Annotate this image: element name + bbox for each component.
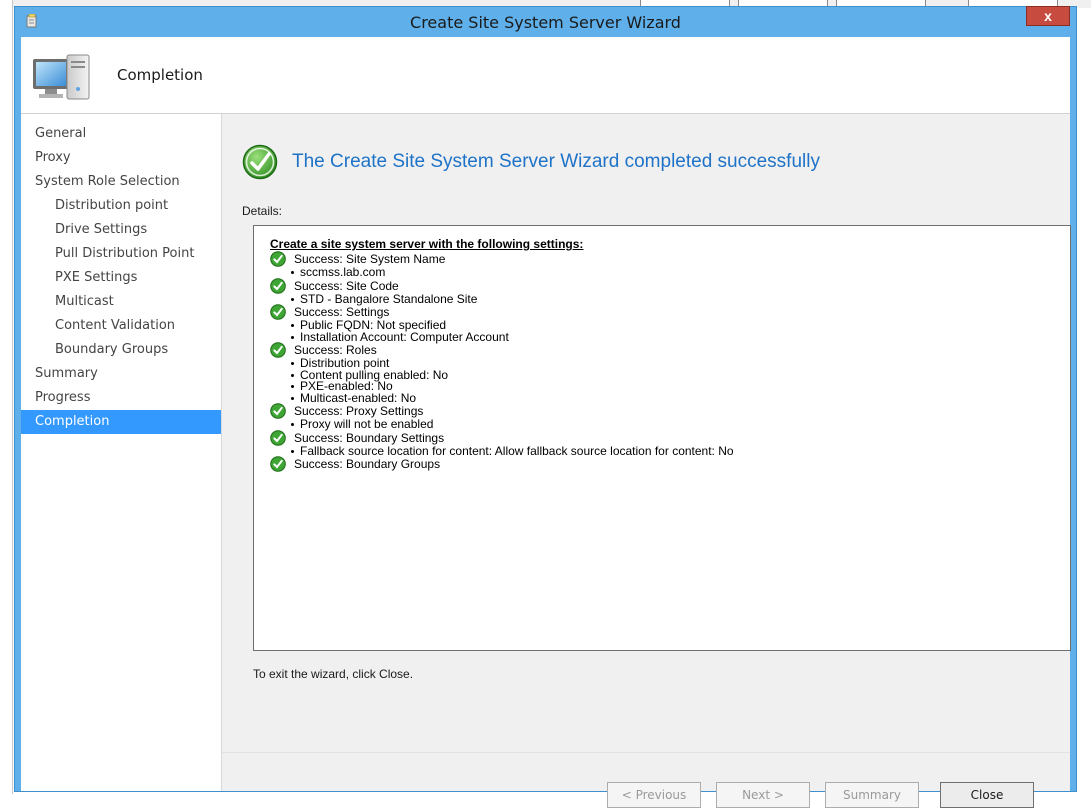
wizard-window: Create Site System Server Wizard x Compl…: [14, 6, 1077, 808]
wizard-header: Completion: [21, 37, 1070, 114]
entry-detail: Fallback source location for content: Al…: [270, 445, 1070, 458]
exit-instruction: To exit the wizard, click Close.: [253, 667, 414, 681]
entry-detail: sccmss.lab.com: [270, 266, 1070, 279]
nav-step-boundary-groups[interactable]: Boundary Groups: [21, 338, 221, 362]
close-button[interactable]: Close: [940, 782, 1034, 808]
entry-status: Success: Boundary Settings: [294, 430, 445, 445]
wizard-step-nav: General Proxy System Role Selection Distrib…: [21, 114, 222, 791]
nav-list: General Proxy System Role Selection Distrib…: [21, 114, 221, 434]
success-message: The Create Site System Server Wizard com…: [292, 151, 820, 172]
entry-detail: Proxy will not be enabled: [270, 418, 1070, 431]
success-check-icon: [270, 277, 286, 294]
wizard-client-area: Completion General Proxy System Role Selec…: [21, 37, 1071, 808]
details-entries: Success: Site System Name sccmss.lab.com S…: [270, 251, 1070, 472]
entry-status: Success: Boundary Groups: [294, 457, 441, 471]
entry-status: Success: Roles: [294, 343, 377, 357]
computer-icon: [33, 54, 90, 100]
details-heading: Create a site system server with the fol…: [270, 237, 584, 251]
success-entry: Success: Roles: [270, 342, 1070, 358]
entry-detail: Installation Account: Computer Account: [270, 331, 1070, 344]
success-entry: Success: Site System Name: [270, 251, 1070, 267]
title-bar[interactable]: Create Site System Server Wizard x: [15, 6, 1076, 37]
success-check-icon: [270, 251, 286, 267]
details-box[interactable]: Create a site system server with the fol…: [253, 225, 1071, 651]
window-close-button[interactable]: x: [1026, 6, 1070, 26]
entry-detail: Multicast-enabled: No: [270, 392, 1070, 405]
nav-step-distribution-point[interactable]: Distribution point: [21, 194, 221, 218]
nav-step-completion[interactable]: Completion: [21, 410, 221, 434]
nav-step-pull-distribution-point[interactable]: Pull Distribution Point: [21, 242, 221, 266]
nav-step-pxe-settings[interactable]: PXE Settings: [21, 266, 221, 290]
entry-detail: STD - Bangalore Standalone Site: [270, 293, 1070, 306]
success-check-icon: [270, 403, 286, 419]
previous-button[interactable]: < Previous: [607, 782, 701, 808]
wizard-content: The Create Site System Server Wizard com…: [222, 114, 1071, 808]
window-title: Create Site System Server Wizard: [410, 13, 681, 32]
nav-step-multicast[interactable]: Multicast: [21, 290, 221, 314]
success-check-icon: [270, 456, 286, 472]
next-button[interactable]: Next >: [716, 782, 810, 808]
nav-step-drive-settings[interactable]: Drive Settings: [21, 218, 221, 242]
entry-status: Success: Settings: [294, 305, 390, 319]
nav-step-proxy[interactable]: Proxy: [21, 146, 221, 170]
entry-status: Success: Proxy Settings: [294, 404, 424, 418]
details-label: Details:: [242, 204, 283, 218]
nav-step-progress[interactable]: Progress: [21, 386, 221, 410]
entry-status: Success: Site System Name: [294, 252, 446, 266]
success-entry: Success: Boundary Groups: [270, 456, 1070, 472]
page-title: Completion: [117, 66, 203, 84]
success-check-icon: [242, 144, 278, 180]
success-check-icon: [270, 304, 286, 320]
nav-step-system-role-selection[interactable]: System Role Selection: [21, 170, 221, 194]
entry-status: Success: Site Code: [294, 278, 399, 293]
success-check-icon: [270, 342, 286, 358]
button-divider: [222, 752, 1070, 753]
nav-step-summary[interactable]: Summary: [21, 362, 221, 386]
background-window-edge: [0, 0, 13, 794]
nav-step-content-validation[interactable]: Content Validation: [21, 314, 221, 338]
nav-step-general[interactable]: General: [21, 122, 221, 146]
summary-button[interactable]: Summary: [825, 782, 919, 808]
success-check-icon: [270, 429, 286, 446]
